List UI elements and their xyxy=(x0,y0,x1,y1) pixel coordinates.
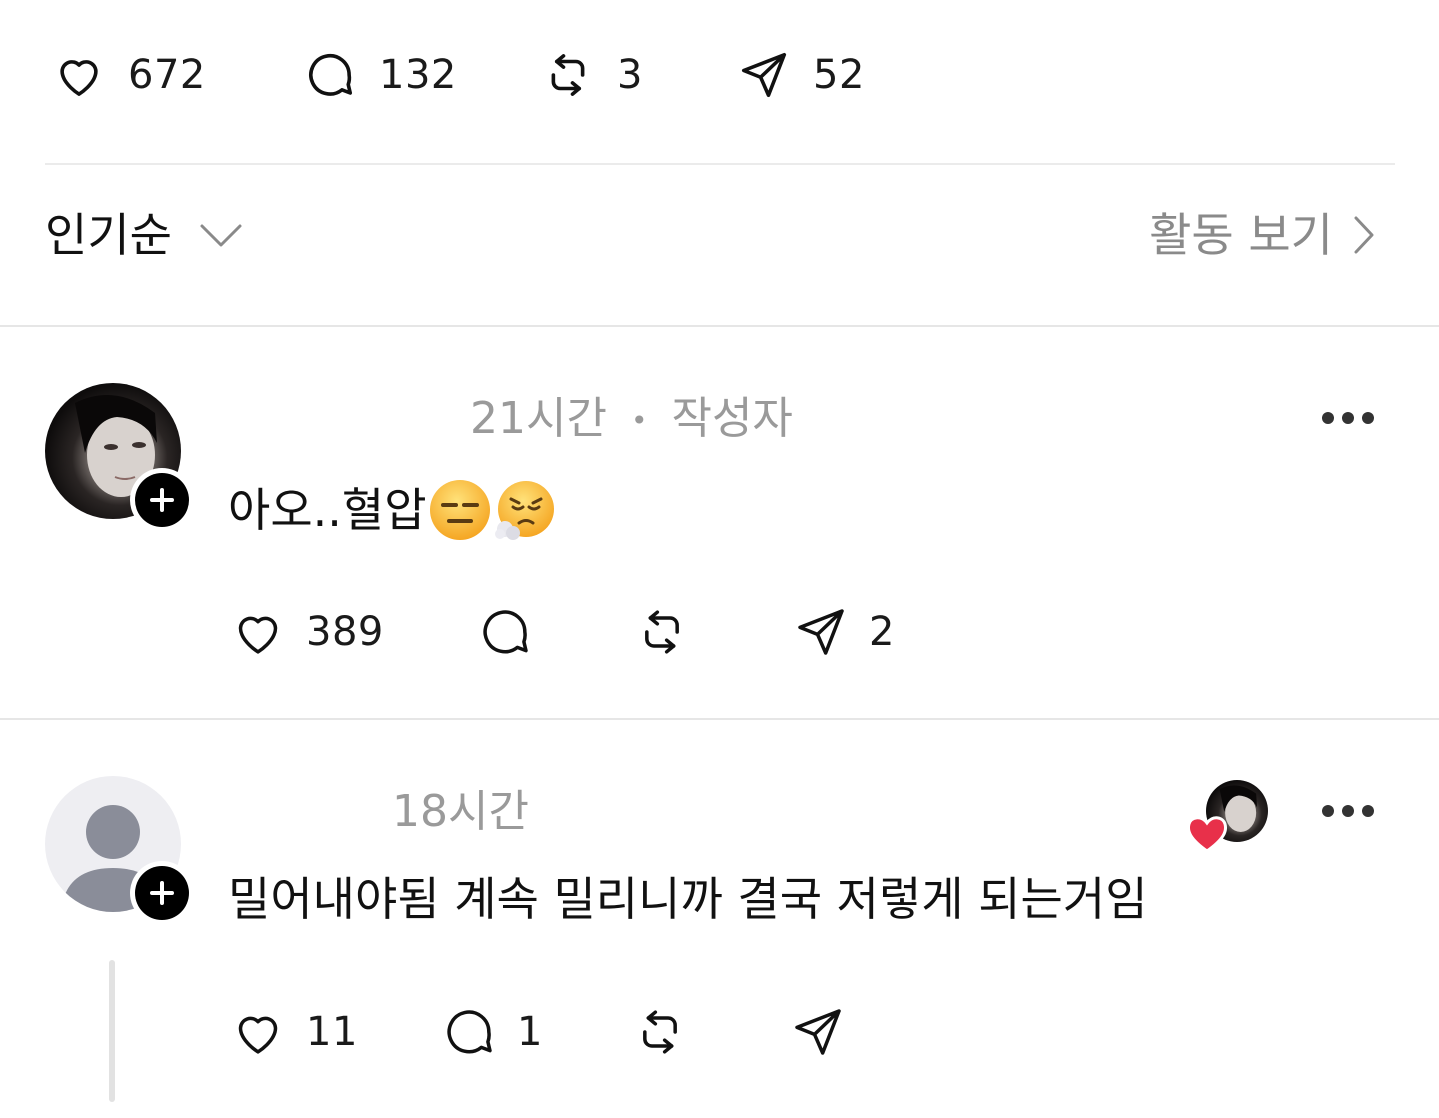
thread-line xyxy=(109,960,115,1102)
heart-icon xyxy=(238,616,278,654)
send-icon xyxy=(795,1009,841,1055)
dot-icon xyxy=(1342,412,1354,424)
reply-like-count: 389 xyxy=(306,609,384,655)
repost-icon xyxy=(551,54,585,96)
reply-time: 18시간 xyxy=(392,786,529,837)
comment-icon xyxy=(447,1010,492,1054)
repost-action[interactable]: 3 xyxy=(541,48,643,102)
send-icon xyxy=(741,52,787,98)
reply-share-action[interactable]: 2 xyxy=(793,604,895,660)
heart-icon xyxy=(60,60,98,96)
divider xyxy=(45,163,1395,165)
reply-like-count: 11 xyxy=(306,1009,358,1055)
comment-action[interactable]: 132 xyxy=(303,48,457,102)
reply-repost-action[interactable] xyxy=(634,604,690,660)
face-with-steam-icon xyxy=(494,481,554,540)
like-count: 672 xyxy=(128,52,206,98)
reply-like-action[interactable]: 11 xyxy=(230,1004,358,1060)
reply-share-count: 2 xyxy=(869,609,895,655)
comment-count: 132 xyxy=(379,52,457,98)
dot-icon xyxy=(1362,805,1374,817)
follow-button[interactable] xyxy=(130,861,194,925)
heart-filled-icon xyxy=(1187,816,1227,853)
reply-comment-action[interactable]: 1 xyxy=(441,1004,543,1060)
reply-text-content: 아오..혈압 xyxy=(228,483,427,537)
reply-comment-count: 1 xyxy=(517,1009,543,1055)
reply-repost-action[interactable] xyxy=(632,1004,688,1060)
sort-label: 인기순 xyxy=(45,208,172,262)
reply-meta: 18시간 xyxy=(392,790,529,834)
expressionless-face-icon xyxy=(429,480,490,540)
repost-icon xyxy=(645,610,679,654)
reply-like-action[interactable]: 389 xyxy=(230,604,384,660)
more-options-button[interactable] xyxy=(1322,412,1374,424)
share-count: 52 xyxy=(813,52,865,98)
dot-icon xyxy=(1322,805,1334,817)
sort-dropdown[interactable]: 인기순 xyxy=(45,212,244,258)
reply-meta: 21시간 • 작성자 xyxy=(470,397,793,441)
send-icon xyxy=(798,609,844,655)
share-action[interactable]: 52 xyxy=(737,48,865,102)
activity-link[interactable]: 활동 보기 xyxy=(1149,212,1375,258)
divider xyxy=(0,718,1439,720)
repost-icon xyxy=(643,1010,677,1054)
heart-icon xyxy=(238,1016,278,1054)
chevron-right-icon xyxy=(1354,216,1374,254)
activity-label: 활동 보기 xyxy=(1149,208,1333,262)
reply-text: 밀어내야됨 계속 밀리니까 결국 저렇게 되는거임 xyxy=(228,876,1148,922)
plus-icon xyxy=(150,488,174,512)
dot-icon xyxy=(1342,805,1354,817)
more-options-button[interactable] xyxy=(1322,805,1374,817)
dot-icon xyxy=(1362,412,1374,424)
repost-count: 3 xyxy=(617,52,643,98)
reply-comment-action[interactable] xyxy=(477,604,533,660)
plus-icon xyxy=(150,881,174,905)
follow-button[interactable] xyxy=(130,468,194,532)
like-action[interactable]: 672 xyxy=(52,48,206,102)
author-tag: 작성자 xyxy=(671,393,793,444)
reply-text: 아오..혈압 xyxy=(228,479,555,541)
comment-icon xyxy=(309,54,353,96)
reply-text-content: 밀어내야됨 계속 밀리니까 결국 저렇게 되는거임 xyxy=(228,872,1148,926)
reply-share-action[interactable] xyxy=(790,1004,846,1060)
chevron-down-icon xyxy=(200,224,242,247)
comment-icon xyxy=(483,610,528,654)
divider xyxy=(0,325,1439,327)
meta-separator: • xyxy=(630,404,648,437)
dot-icon xyxy=(1322,412,1334,424)
reply-time: 21시간 xyxy=(470,393,607,444)
